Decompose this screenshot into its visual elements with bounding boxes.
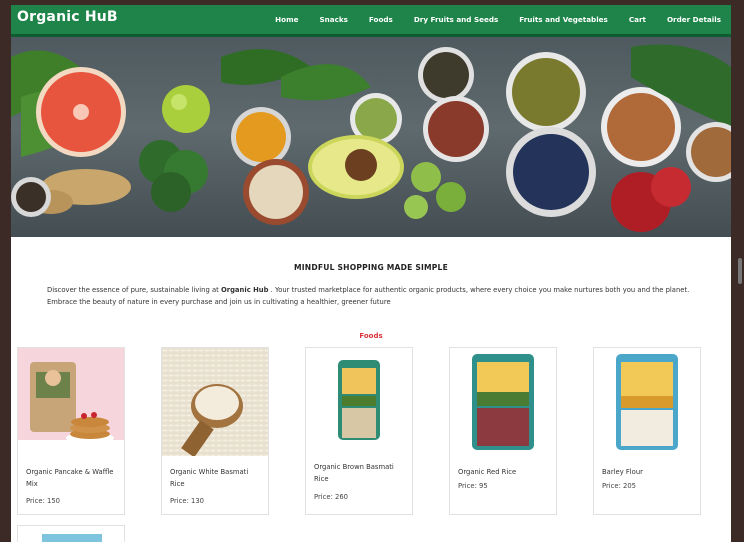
product-card[interactable]: Organic Red Rice Price: 95 [449,347,557,515]
intro-text-part: Discover the essence of pure, sustainabl… [47,286,221,294]
product-price: Price: 95 [458,482,488,490]
barley-flour-image [594,348,700,456]
brown-basmati-rice-image [306,348,412,456]
product-card-partial[interactable] [17,525,125,542]
product-price: Price: 205 [602,482,637,490]
product-card[interactable]: Organic White Basmati Rice Price: 130 [161,347,269,515]
product-card[interactable]: Barley Flour Price: 205 [593,347,701,515]
hero-banner-image [11,37,731,237]
nav-fruits-and-vegetables[interactable]: Fruits and Vegetables [519,15,608,24]
nav-snacks[interactable]: Snacks [319,15,347,24]
brand-logo[interactable]: Organic HuB [17,9,118,25]
product-card[interactable]: Organic Pancake & Waffle Mix Price: 150 [17,347,125,515]
navbar: Organic HuB Home Snacks Foods Dry Fruits… [11,5,731,37]
hero-food-illustration [11,44,731,232]
product-price: Price: 150 [26,497,61,505]
nav-home[interactable]: Home [275,15,298,24]
nav-cart[interactable]: Cart [629,15,646,24]
page-frame: Organic HuB Home Snacks Foods Dry Fruits… [11,5,731,542]
product-image[interactable] [162,348,268,456]
product-price: Price: 130 [170,497,205,505]
intro-text: Discover the essence of pure, sustainabl… [47,284,697,308]
product-card[interactable]: Organic Brown Basmati Rice Price: 260 [305,347,413,515]
pancake-mix-image [18,348,124,456]
white-basmati-rice-image [162,348,268,456]
product-name: Barley Flour [602,468,643,476]
red-rice-image [450,348,556,456]
product-name: Organic Brown Basmati Rice [314,463,394,483]
product-name: Organic Pancake & Waffle Mix [26,468,114,488]
product-image[interactable] [594,348,700,456]
product-name: Organic White Basmati Rice [170,468,249,488]
product-image[interactable] [306,348,412,456]
nav-dry-fruits-and-seeds[interactable]: Dry Fruits and Seeds [414,15,498,24]
product-image[interactable] [18,348,124,456]
nav-foods[interactable]: Foods [369,15,393,24]
product-image[interactable] [450,348,556,456]
partial-product-image [42,534,102,542]
nav-links: Home Snacks Foods Dry Fruits and Seeds F… [254,5,721,34]
section-label-foods: Foods [359,332,383,340]
intro-brand-bold: Organic Hub [220,286,269,294]
product-name: Organic Red Rice [458,468,517,476]
product-price: Price: 260 [314,493,349,501]
scrollbar-thumb[interactable] [738,258,742,284]
intro-title: MINDFUL SHOPPING MADE SIMPLE [294,263,448,272]
nav-order-details[interactable]: Order Details [667,15,721,24]
